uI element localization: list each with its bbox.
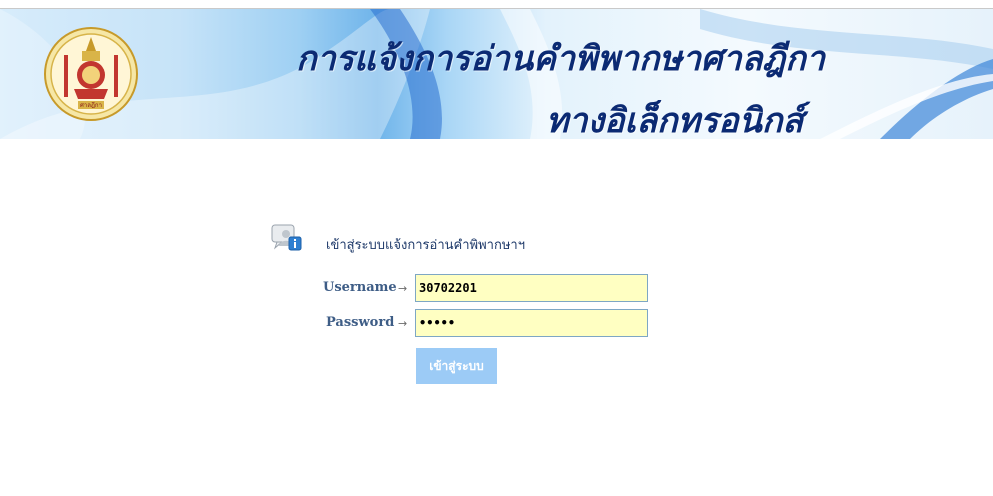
login-heading: เข้าสู่ระบบแจ้งการอ่านคำพิพากษาฯ bbox=[326, 238, 525, 253]
password-input[interactable] bbox=[415, 309, 648, 337]
page-title-line-2: ทางอิเล็กทรอนิกส์ bbox=[546, 101, 804, 139]
top-border bbox=[0, 0, 993, 9]
user-info-icon bbox=[271, 224, 302, 251]
login-submit-button[interactable]: เข้าสู่ระบบ bbox=[416, 348, 497, 384]
username-input[interactable] bbox=[415, 274, 648, 302]
svg-text:ศาลฎีกา: ศาลฎีกา bbox=[80, 101, 102, 109]
password-arrow-icon: → bbox=[398, 317, 408, 330]
page-title-line-1: การแจ้งการอ่านคำพิพากษาศาลฎีกา bbox=[296, 39, 825, 79]
username-label: Username bbox=[323, 280, 397, 295]
header-banner: ศาลฎีกา การแจ้งการอ่านคำพิพากษาศาลฎีกา ท… bbox=[0, 9, 993, 139]
password-label: Password bbox=[326, 315, 395, 330]
court-emblem-logo: ศาลฎีกา bbox=[44, 27, 138, 121]
username-arrow-icon: → bbox=[398, 282, 408, 295]
